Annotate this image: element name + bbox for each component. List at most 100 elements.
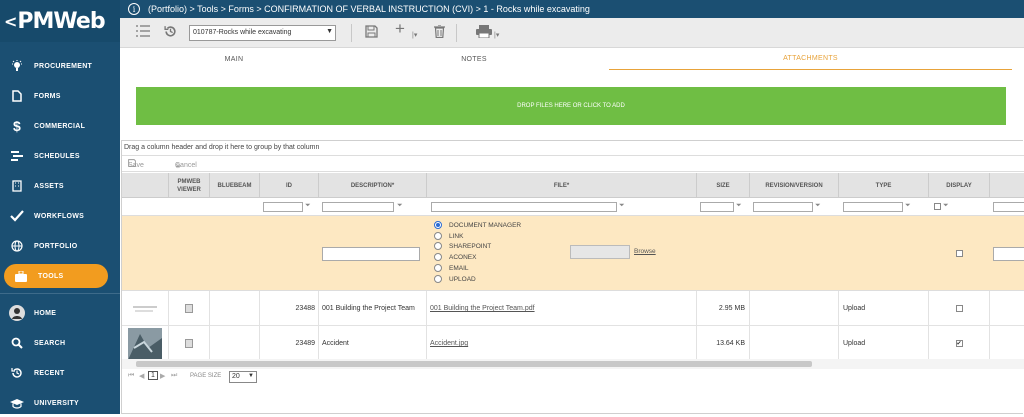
building-icon bbox=[0, 180, 34, 192]
horizontal-scrollbar[interactable] bbox=[122, 359, 1024, 369]
viewer-icon[interactable] bbox=[169, 291, 210, 326]
filter-size-input[interactable] bbox=[700, 202, 734, 212]
revision-cell bbox=[750, 291, 839, 326]
filter-icon[interactable]: ⏷ bbox=[943, 202, 951, 210]
header-thumbnail[interactable] bbox=[122, 173, 169, 198]
filter-icon[interactable]: ⏷ bbox=[815, 202, 823, 210]
filter-icon[interactable]: ⏷ bbox=[905, 202, 913, 210]
revision-cell bbox=[750, 326, 839, 361]
grid-toolbar: Save ⊗ Cancel bbox=[122, 156, 1024, 172]
add-icon[interactable]: + bbox=[395, 20, 405, 37]
filter-icon[interactable]: ⏷ bbox=[305, 202, 313, 210]
filter-revision-input[interactable] bbox=[753, 202, 813, 212]
header-extra[interactable] bbox=[990, 173, 1024, 198]
thumbnail[interactable] bbox=[122, 326, 169, 361]
filter-description-input[interactable] bbox=[322, 202, 394, 212]
current-page[interactable]: 1 bbox=[148, 371, 158, 380]
last-page-icon[interactable]: ⏭ bbox=[171, 372, 177, 380]
nav-recent[interactable]: RECENT bbox=[0, 359, 120, 387]
lightbulb-icon bbox=[0, 60, 34, 72]
header-type[interactable]: TYPE bbox=[839, 173, 929, 198]
nav-portfolio[interactable]: PORTFOLIO bbox=[0, 232, 120, 260]
first-page-icon[interactable]: ⏮ bbox=[128, 372, 134, 380]
list-icon[interactable] bbox=[136, 25, 150, 40]
nav-tools[interactable]: TOOLS bbox=[4, 264, 108, 288]
nav-assets[interactable]: ASSETS bbox=[0, 172, 120, 200]
filter-row: ⏷ ⏷ ⏷ ⏷ ⏷ ⏷ ⏷ bbox=[122, 198, 1024, 216]
filter-id-input[interactable] bbox=[263, 202, 303, 212]
nav-workflows[interactable]: WORKFLOWS bbox=[0, 202, 120, 230]
scroll-thumb[interactable] bbox=[136, 361, 812, 367]
header-bluebeam[interactable]: BLUEBEAM bbox=[210, 173, 260, 198]
nav-home[interactable]: HOME bbox=[0, 299, 120, 327]
record-select[interactable]: 010787-Rocks while excavating ▼ bbox=[189, 25, 336, 41]
header-revision[interactable]: REVISION/VERSION bbox=[750, 173, 839, 198]
thumbnail[interactable] bbox=[122, 291, 169, 326]
table-row[interactable]: 23488 001 Building the Project Team 001 … bbox=[122, 291, 1024, 326]
nav-forms[interactable]: FORMS bbox=[0, 82, 120, 110]
display-checkbox[interactable]: ✔ bbox=[929, 326, 990, 361]
info-icon[interactable]: i bbox=[128, 3, 140, 15]
history-icon[interactable] bbox=[164, 25, 177, 41]
option-aconex[interactable]: ACONEX bbox=[434, 253, 476, 261]
browse-link[interactable]: Browse bbox=[634, 248, 656, 255]
nav-university[interactable]: UNIVERSITY bbox=[0, 389, 120, 417]
prev-page-icon[interactable]: ◀ bbox=[139, 372, 144, 380]
add-dropdown-icon[interactable]: |▾ bbox=[412, 29, 417, 43]
header-file[interactable]: FILE* bbox=[427, 173, 697, 198]
globe-icon bbox=[0, 240, 34, 252]
tab-strip: MAIN NOTES ATTACHMENTS bbox=[120, 48, 1024, 70]
tab-main[interactable]: MAIN bbox=[120, 48, 348, 70]
new-description-input[interactable] bbox=[322, 247, 420, 261]
viewer-icon[interactable] bbox=[169, 326, 210, 361]
filter-display-checkbox[interactable] bbox=[934, 203, 941, 210]
header-size[interactable]: SIZE bbox=[697, 173, 750, 198]
nav-procurement[interactable]: PROCUREMENT bbox=[0, 52, 120, 80]
header-id[interactable]: ID bbox=[260, 173, 319, 198]
toolbar-divider bbox=[456, 24, 457, 42]
filter-extra-input[interactable] bbox=[993, 202, 1024, 212]
option-sharepoint[interactable]: SHAREPOINT bbox=[434, 242, 491, 250]
header-pmweb-viewer[interactable]: PMWEB VIEWER bbox=[169, 173, 210, 198]
trash-icon[interactable] bbox=[434, 24, 445, 41]
browse-field[interactable] bbox=[570, 245, 630, 259]
nav-schedules[interactable]: SCHEDULES bbox=[0, 142, 120, 170]
nav-commercial[interactable]: $ COMMERCIAL bbox=[0, 112, 120, 140]
tab-notes[interactable]: NOTES bbox=[360, 48, 588, 70]
grid-save-button[interactable]: Save bbox=[128, 159, 144, 169]
file-link[interactable]: 001 Building the Project Team.pdf bbox=[427, 291, 697, 326]
nav-divider bbox=[0, 293, 120, 294]
filter-icon[interactable]: ⏷ bbox=[736, 202, 744, 210]
page-size-select[interactable]: 20 ▼ bbox=[229, 371, 257, 383]
option-email[interactable]: EMAIL bbox=[434, 264, 469, 272]
filter-icon[interactable]: ⏷ bbox=[619, 202, 627, 210]
save-icon[interactable] bbox=[365, 25, 378, 41]
display-checkbox[interactable] bbox=[929, 291, 990, 326]
new-attachment-row: DOCUMENT MANAGER LINK SHAREPOINT ACONEX … bbox=[122, 216, 1024, 291]
avatar-icon bbox=[0, 305, 34, 321]
next-page-icon[interactable]: ▶ bbox=[160, 372, 165, 380]
print-icon[interactable] bbox=[476, 25, 492, 41]
nav-search[interactable]: SEARCH bbox=[0, 329, 120, 357]
table-row[interactable]: 23489 Accident Accident.jpg 13.64 KB Upl… bbox=[122, 326, 1024, 361]
filter-type-input[interactable] bbox=[843, 202, 903, 212]
type-cell: Upload bbox=[839, 291, 929, 326]
print-dropdown-icon[interactable]: |▾ bbox=[494, 29, 499, 43]
tab-attachments[interactable]: ATTACHMENTS bbox=[609, 48, 1012, 70]
toolbar-divider bbox=[351, 24, 352, 42]
new-display-checkbox[interactable] bbox=[956, 250, 963, 257]
option-link[interactable]: LINK bbox=[434, 232, 463, 240]
new-extra-input[interactable] bbox=[993, 247, 1024, 261]
document-icon bbox=[0, 90, 34, 102]
id-cell: 23488 bbox=[260, 291, 319, 326]
chevron-down-icon: ▼ bbox=[248, 373, 254, 379]
header-description[interactable]: DESCRIPTION* bbox=[319, 173, 427, 198]
filter-file-input[interactable] bbox=[431, 202, 617, 212]
file-link[interactable]: Accident.jpg bbox=[427, 326, 697, 361]
pmweb-logo[interactable]: < PMWeb bbox=[0, 0, 120, 42]
option-upload[interactable]: UPLOAD bbox=[434, 275, 476, 283]
option-document-manager[interactable]: DOCUMENT MANAGER bbox=[434, 221, 521, 229]
file-dropzone[interactable]: DROP FILES HERE OR CLICK TO ADD bbox=[136, 87, 1006, 125]
filter-icon[interactable]: ⏷ bbox=[397, 202, 405, 210]
header-display[interactable]: DISPLAY bbox=[929, 173, 990, 198]
